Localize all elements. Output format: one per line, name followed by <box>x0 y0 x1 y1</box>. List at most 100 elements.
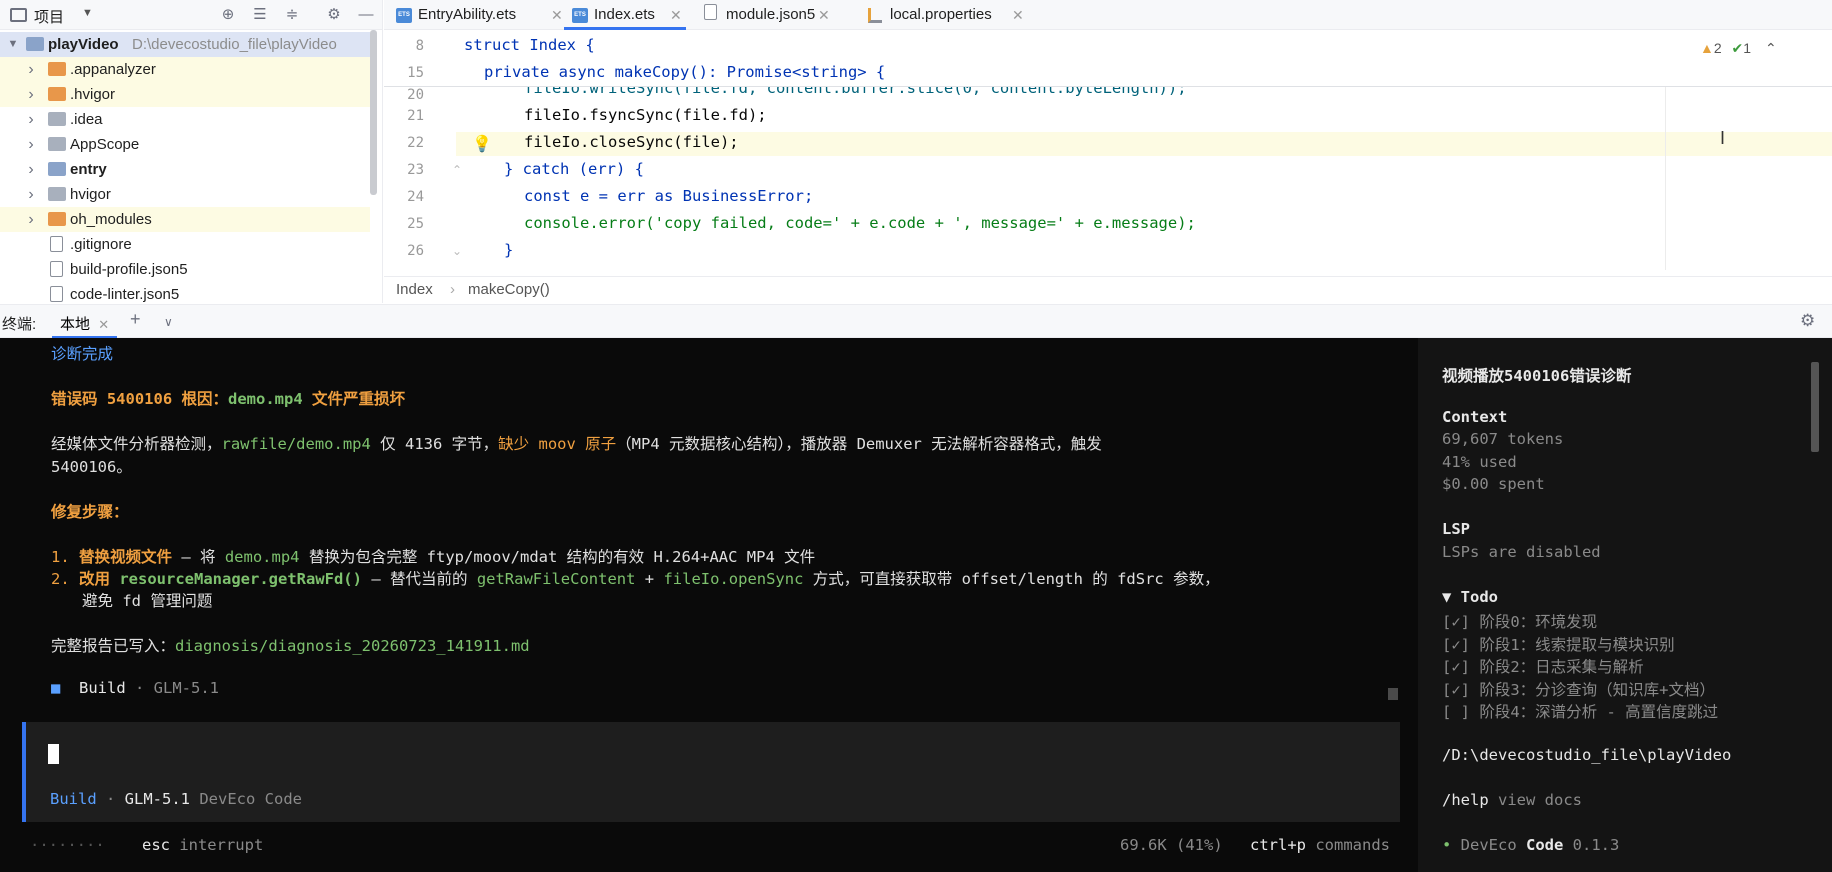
json-file-icon <box>704 4 717 20</box>
tree-item[interactable]: › hvigor <box>0 182 370 207</box>
fold-icon[interactable]: ⌄ <box>452 244 462 258</box>
tree-item[interactable]: › .idea <box>0 107 370 132</box>
inspection-widget[interactable]: ▲2 ✔1 ⌃ <box>1700 40 1777 57</box>
help-label: view docs <box>1488 791 1582 809</box>
tab-local-properties[interactable]: local.properties ✕ <box>864 0 1034 30</box>
context-tokens: 69,607 tokens <box>1442 430 1564 448</box>
chevron-right-icon[interactable]: › <box>24 132 38 157</box>
build-model: · GLM-5.1 <box>125 679 220 697</box>
line-number: 26 <box>407 243 424 259</box>
input-product: DevEco Code <box>190 790 302 808</box>
input-model[interactable]: GLM-5.1 <box>125 790 190 808</box>
fold-icon[interactable]: ⌃ <box>452 163 462 177</box>
brand-bullet: • <box>1442 836 1461 854</box>
terminal-scrollbar[interactable] <box>1388 688 1398 700</box>
tab-terminal-local[interactable]: 本地 ✕ <box>52 305 118 339</box>
properties-file-icon <box>868 8 882 23</box>
close-icon[interactable]: ✕ <box>98 317 109 332</box>
add-tab-icon[interactable]: + <box>130 309 141 330</box>
chevron-up-icon[interactable]: ⌃ <box>1765 40 1777 56</box>
tab-entryability[interactable]: ETS EntryAbility.ets ✕ <box>396 0 563 30</box>
chevron-right-icon[interactable]: › <box>24 107 38 132</box>
gear-icon[interactable]: ⚙ <box>324 5 344 25</box>
chevron-right-icon[interactable]: › <box>24 82 38 107</box>
close-icon[interactable]: ✕ <box>551 0 563 30</box>
tree-item[interactable]: › .appanalyzer <box>0 57 370 82</box>
sidebar-scrollbar[interactable] <box>1811 362 1819 452</box>
analysis-line-2: 5400106。 <box>51 458 132 476</box>
cwd-path: /D:\devecostudio_file\playVideo <box>1442 746 1732 764</box>
code-text: console.error('copy failed, code=' + e.c… <box>524 214 1196 232</box>
line-number: 22 <box>407 135 424 151</box>
chevron-right-icon[interactable]: › <box>24 207 38 232</box>
ide-window: 项目 ▼ ⊕ ☰ ≑ ⚙ — ▼ playVideo D:\devecostud… <box>0 0 1832 872</box>
tree-root-item[interactable]: ▼ playVideo D:\devecostudio_file\playVid… <box>0 32 370 57</box>
chevron-right-icon[interactable]: › <box>24 57 38 82</box>
error-root-cause: 错误码 5400106 根因：demo.mp4 文件严重损坏 <box>51 387 405 409</box>
tree-item[interactable]: › .hvigor <box>0 82 370 107</box>
tab-module-json5[interactable]: module.json5 ✕ <box>700 0 840 30</box>
tab-label: local.properties <box>890 6 992 23</box>
code-line-21[interactable]: fileIo.fsyncSync(file.fd); <box>524 106 767 124</box>
todo-title[interactable]: ▼ Todo <box>1442 588 1498 606</box>
lightbulb-icon[interactable]: 💡 <box>472 134 492 154</box>
chevron-right-icon[interactable]: › <box>24 157 38 182</box>
tree-item[interactable]: › entry <box>0 157 370 182</box>
collapse-all-icon[interactable]: ≑ <box>282 5 302 25</box>
step-text: + <box>635 570 664 588</box>
code-line-23[interactable]: } catch (err) { <box>504 160 644 178</box>
brand-name: DevEco <box>1460 836 1517 854</box>
breadcrumb-item[interactable]: makeCopy() <box>468 281 550 298</box>
tab-index[interactable]: ETS Index.ets ✕ <box>564 0 686 30</box>
chevron-down-icon[interactable]: ∨ <box>164 315 173 329</box>
minimize-icon[interactable]: — <box>356 5 376 25</box>
tree-item[interactable]: › AppScope <box>0 132 370 157</box>
folder-icon <box>48 87 66 101</box>
sticky-line-struct[interactable]: struct Index { <box>464 36 595 54</box>
code-line-22[interactable]: fileIo.closeSync(file); <box>524 133 739 151</box>
step-2-cont: 避免 fd 管理问题 <box>82 592 213 610</box>
code-line-25[interactable]: console.error('copy failed, code=' + e.c… <box>524 214 1196 232</box>
tree-item-label: code-linter.json5 <box>70 286 180 303</box>
close-icon[interactable]: ✕ <box>1012 0 1024 30</box>
input-mode[interactable]: Build <box>50 790 97 808</box>
context-used: 41% used <box>1442 453 1517 471</box>
code-area[interactable]: 20 fileIo.writeSync(file.fd, content.buf… <box>384 87 1832 270</box>
weak-warning-count: 1 <box>1743 40 1752 56</box>
file-icon <box>50 261 63 277</box>
tree-item[interactable]: › oh_modules <box>0 207 370 232</box>
line-number: 25 <box>407 216 424 232</box>
tree-scrollbar[interactable] <box>370 30 377 195</box>
tree-item[interactable]: .gitignore <box>0 232 370 257</box>
locate-icon[interactable]: ⊕ <box>218 5 238 25</box>
sticky-line-method[interactable]: private async makeCopy(): Promise<string… <box>484 63 885 81</box>
build-line: ■ Build · GLM-5.1 <box>51 679 219 697</box>
close-icon[interactable]: ✕ <box>818 0 830 30</box>
error-file: demo.mp4 <box>228 390 303 408</box>
help-command[interactable]: /help <box>1442 791 1489 809</box>
breadcrumb-item[interactable]: Index <box>396 281 433 298</box>
check-icon: ✔ <box>1731 40 1744 56</box>
chevron-down-icon[interactable]: ▼ <box>6 32 20 57</box>
code-line-24[interactable]: const e = err as BusinessError; <box>524 187 813 205</box>
chevron-right-icon[interactable]: › <box>24 182 38 207</box>
code-line-20[interactable]: fileIo.writeSync(file.fd, content.buffer… <box>524 87 1187 97</box>
folder-icon <box>48 212 66 226</box>
tree-item[interactable]: build-profile.json5 <box>0 257 370 282</box>
folder-icon <box>48 162 66 176</box>
line-number: 20 <box>407 87 424 103</box>
tree-item-label: oh_modules <box>70 211 152 228</box>
sticky-scroll-header[interactable]: struct Index { private async makeCopy():… <box>456 30 1832 87</box>
chevron-down-icon[interactable]: ▼ <box>82 7 93 19</box>
gear-icon[interactable]: ⚙ <box>1800 311 1815 331</box>
breadcrumb-separator: › <box>450 281 455 298</box>
tree-item-label: build-profile.json5 <box>70 261 188 278</box>
close-icon[interactable]: ✕ <box>670 0 682 30</box>
tree-item[interactable]: code-linter.json5 <box>0 282 370 303</box>
expand-all-icon[interactable]: ☰ <box>250 5 270 25</box>
editor-tab-bar: ETS EntryAbility.ets ✕ ETS Index.ets ✕ m… <box>384 0 1832 30</box>
code-line-26[interactable]: } <box>504 241 513 259</box>
project-panel-title[interactable]: 项目 <box>34 6 64 27</box>
prompt-input[interactable]: Build · GLM-5.1 DevEco Code <box>22 722 1400 822</box>
report-path[interactable]: diagnosis/diagnosis_20260723_141911.md <box>175 637 530 655</box>
